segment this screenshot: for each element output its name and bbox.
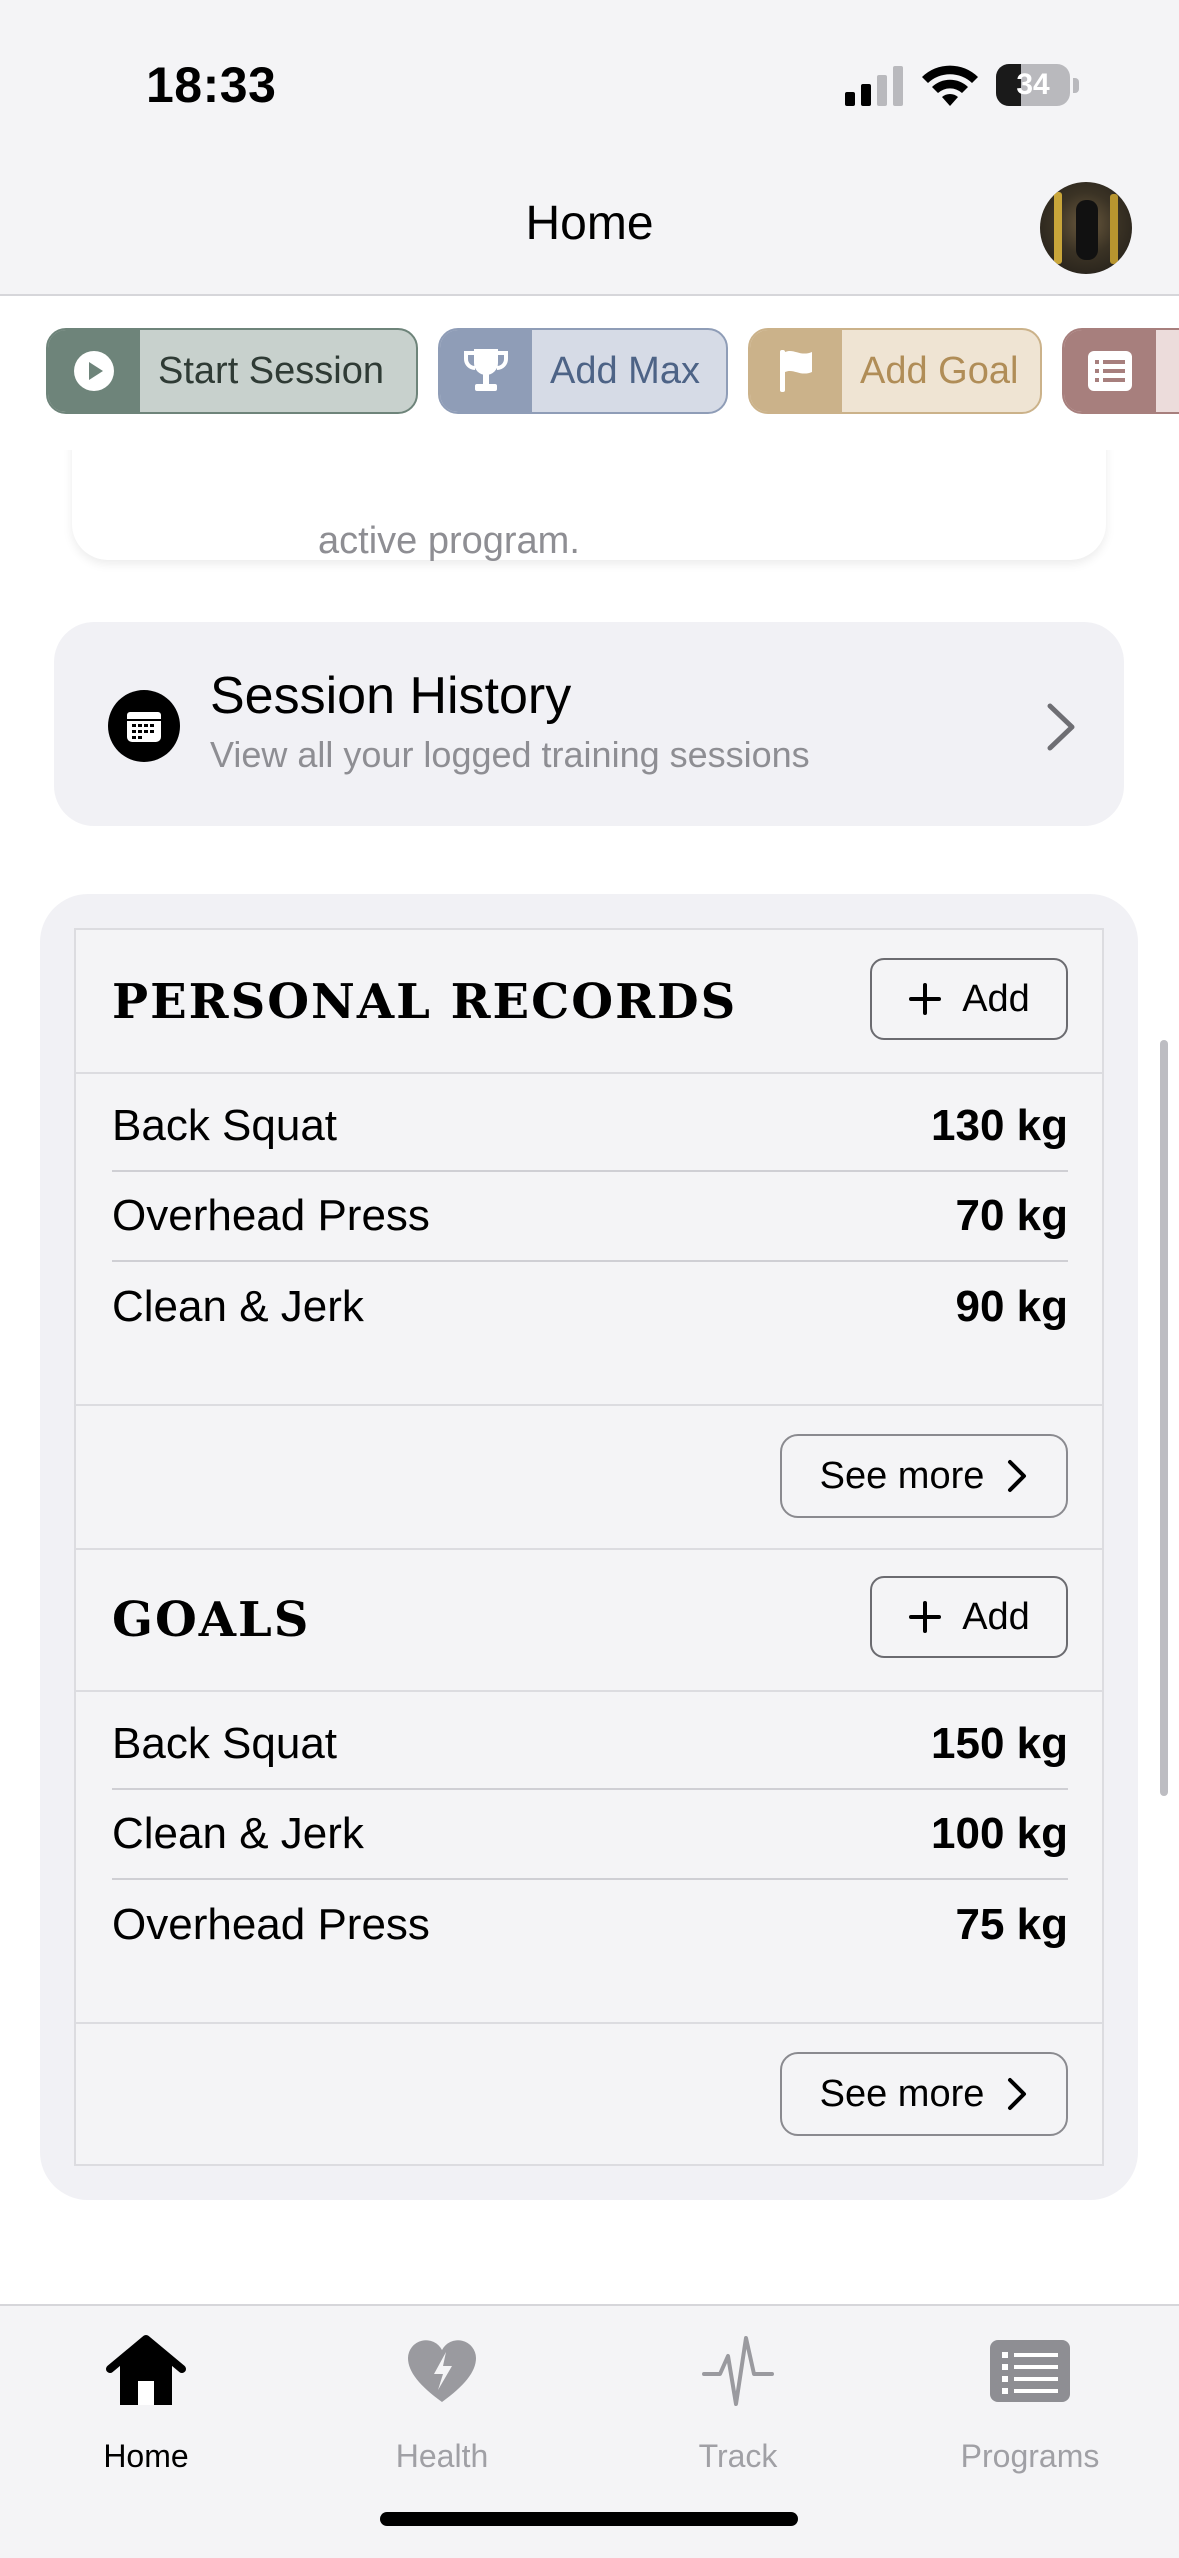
waveform-icon <box>688 2326 788 2416</box>
personal-records-title: PERSONAL RECORDS <box>112 974 738 1030</box>
records-and-goals-card: PERSONAL RECORDS Add Back Squat 130 kg O… <box>40 894 1138 2200</box>
see-more-goals-label: See more <box>819 2072 985 2115</box>
battery-level: 34 <box>1016 68 1050 101</box>
personal-records-footer: See more <box>76 1404 1102 1550</box>
tab-programs-label: Programs <box>960 2438 1100 2474</box>
house-icon <box>96 2326 196 2416</box>
record-value: 130 kg <box>931 1101 1068 1150</box>
calendar-icon <box>108 690 180 762</box>
list-item[interactable]: Back Squat 150 kg <box>112 1700 1068 1790</box>
add-max-button[interactable]: Add Max <box>438 328 728 414</box>
personal-records-list: Back Squat 130 kg Overhead Press 70 kg C… <box>112 1082 1068 1352</box>
list-icon <box>1064 330 1156 412</box>
list-item[interactable]: Back Squat 130 kg <box>112 1082 1068 1172</box>
list-item[interactable]: Overhead Press 75 kg <box>112 1880 1068 1970</box>
tab-home[interactable]: Home <box>26 2326 266 2486</box>
goal-name: Overhead Press <box>112 1900 430 1949</box>
wifi-icon <box>922 65 978 106</box>
goals-title: GOALS <box>112 1592 311 1648</box>
session-history-subtitle: View all your logged training sessions <box>210 734 810 775</box>
list-icon <box>980 2326 1080 2416</box>
heart-bolt-icon <box>392 2326 492 2416</box>
list-item[interactable]: Overhead Press 70 kg <box>112 1172 1068 1262</box>
programs-quick-button[interactable] <box>1062 328 1179 414</box>
chevron-right-icon <box>1047 703 1075 751</box>
record-value: 90 kg <box>955 1282 1068 1331</box>
trophy-icon <box>440 330 532 412</box>
add-goal-label: Add Goal <box>860 349 1019 392</box>
chevron-right-icon <box>1008 2078 1027 2110</box>
battery-icon: 34 <box>996 64 1080 108</box>
session-history-title: Session History <box>210 667 572 725</box>
page-title: Home <box>525 197 654 250</box>
session-history-card[interactable]: Session History View all your logged tra… <box>54 622 1124 826</box>
add-max-label: Add Max <box>550 349 700 392</box>
tab-health[interactable]: Health <box>322 2326 562 2486</box>
scrollbar[interactable] <box>1160 1040 1168 1796</box>
plus-icon <box>909 1601 942 1633</box>
add-goal-button[interactable]: Add Goal <box>748 328 1042 414</box>
chevron-right-icon <box>1008 1460 1027 1492</box>
programs-quick-label <box>1156 330 1179 412</box>
tab-track-label: Track <box>698 2438 778 2474</box>
goals-header: GOALS Add <box>76 1548 1102 1692</box>
record-value: 70 kg <box>955 1191 1068 1240</box>
see-more-records-label: See more <box>819 1454 985 1497</box>
record-name: Back Squat <box>112 1101 338 1150</box>
add-goal-button[interactable]: Add <box>870 1576 1068 1658</box>
tab-home-label: Home <box>103 2438 189 2474</box>
goals-list: Back Squat 150 kg Clean & Jerk 100 kg Ov… <box>112 1700 1068 1970</box>
list-item[interactable]: Clean & Jerk 90 kg <box>112 1262 1068 1352</box>
start-session-label: Start Session <box>158 349 384 392</box>
plus-icon <box>909 983 942 1015</box>
active-program-text: active program. <box>318 520 580 562</box>
record-name: Clean & Jerk <box>112 1282 364 1331</box>
list-item[interactable]: Clean & Jerk 100 kg <box>112 1790 1068 1880</box>
profile-avatar[interactable] <box>1040 182 1132 274</box>
goal-name: Back Squat <box>112 1719 338 1768</box>
goal-value: 150 kg <box>931 1719 1068 1768</box>
quick-actions-bar: Start Session Add Max Add Goal <box>0 296 1179 448</box>
see-more-goals-button[interactable]: See more <box>780 2052 1068 2136</box>
goal-value: 75 kg <box>955 1900 1068 1949</box>
goal-name: Clean & Jerk <box>112 1809 364 1858</box>
records-and-goals-panel: PERSONAL RECORDS Add Back Squat 130 kg O… <box>74 928 1104 2166</box>
start-session-button[interactable]: Start Session <box>46 328 418 414</box>
navigation-bar: Home <box>0 160 1179 296</box>
tab-programs[interactable]: Programs <box>910 2326 1150 2486</box>
add-personal-record-button[interactable]: Add <box>870 958 1068 1040</box>
cellular-signal-icon <box>845 66 903 106</box>
goal-value: 100 kg <box>931 1809 1068 1858</box>
home-scroll-content[interactable]: active program. Session History View all… <box>0 450 1179 2304</box>
tab-health-label: Health <box>395 2438 489 2474</box>
tab-track[interactable]: Track <box>618 2326 858 2486</box>
add-goal-label: Add <box>962 1595 1030 1638</box>
home-indicator <box>380 2512 798 2526</box>
status-bar: 18:33 34 <box>0 0 1179 160</box>
flag-icon <box>750 330 842 412</box>
record-name: Overhead Press <box>112 1191 430 1240</box>
see-more-records-button[interactable]: See more <box>780 1434 1068 1518</box>
personal-records-header: PERSONAL RECORDS Add <box>76 930 1102 1074</box>
active-program-card: active program. <box>72 450 1106 562</box>
status-time: 18:33 <box>146 57 277 113</box>
add-personal-record-label: Add <box>962 977 1030 1020</box>
play-circle-icon <box>48 330 140 412</box>
goals-footer: See more <box>76 2022 1102 2166</box>
